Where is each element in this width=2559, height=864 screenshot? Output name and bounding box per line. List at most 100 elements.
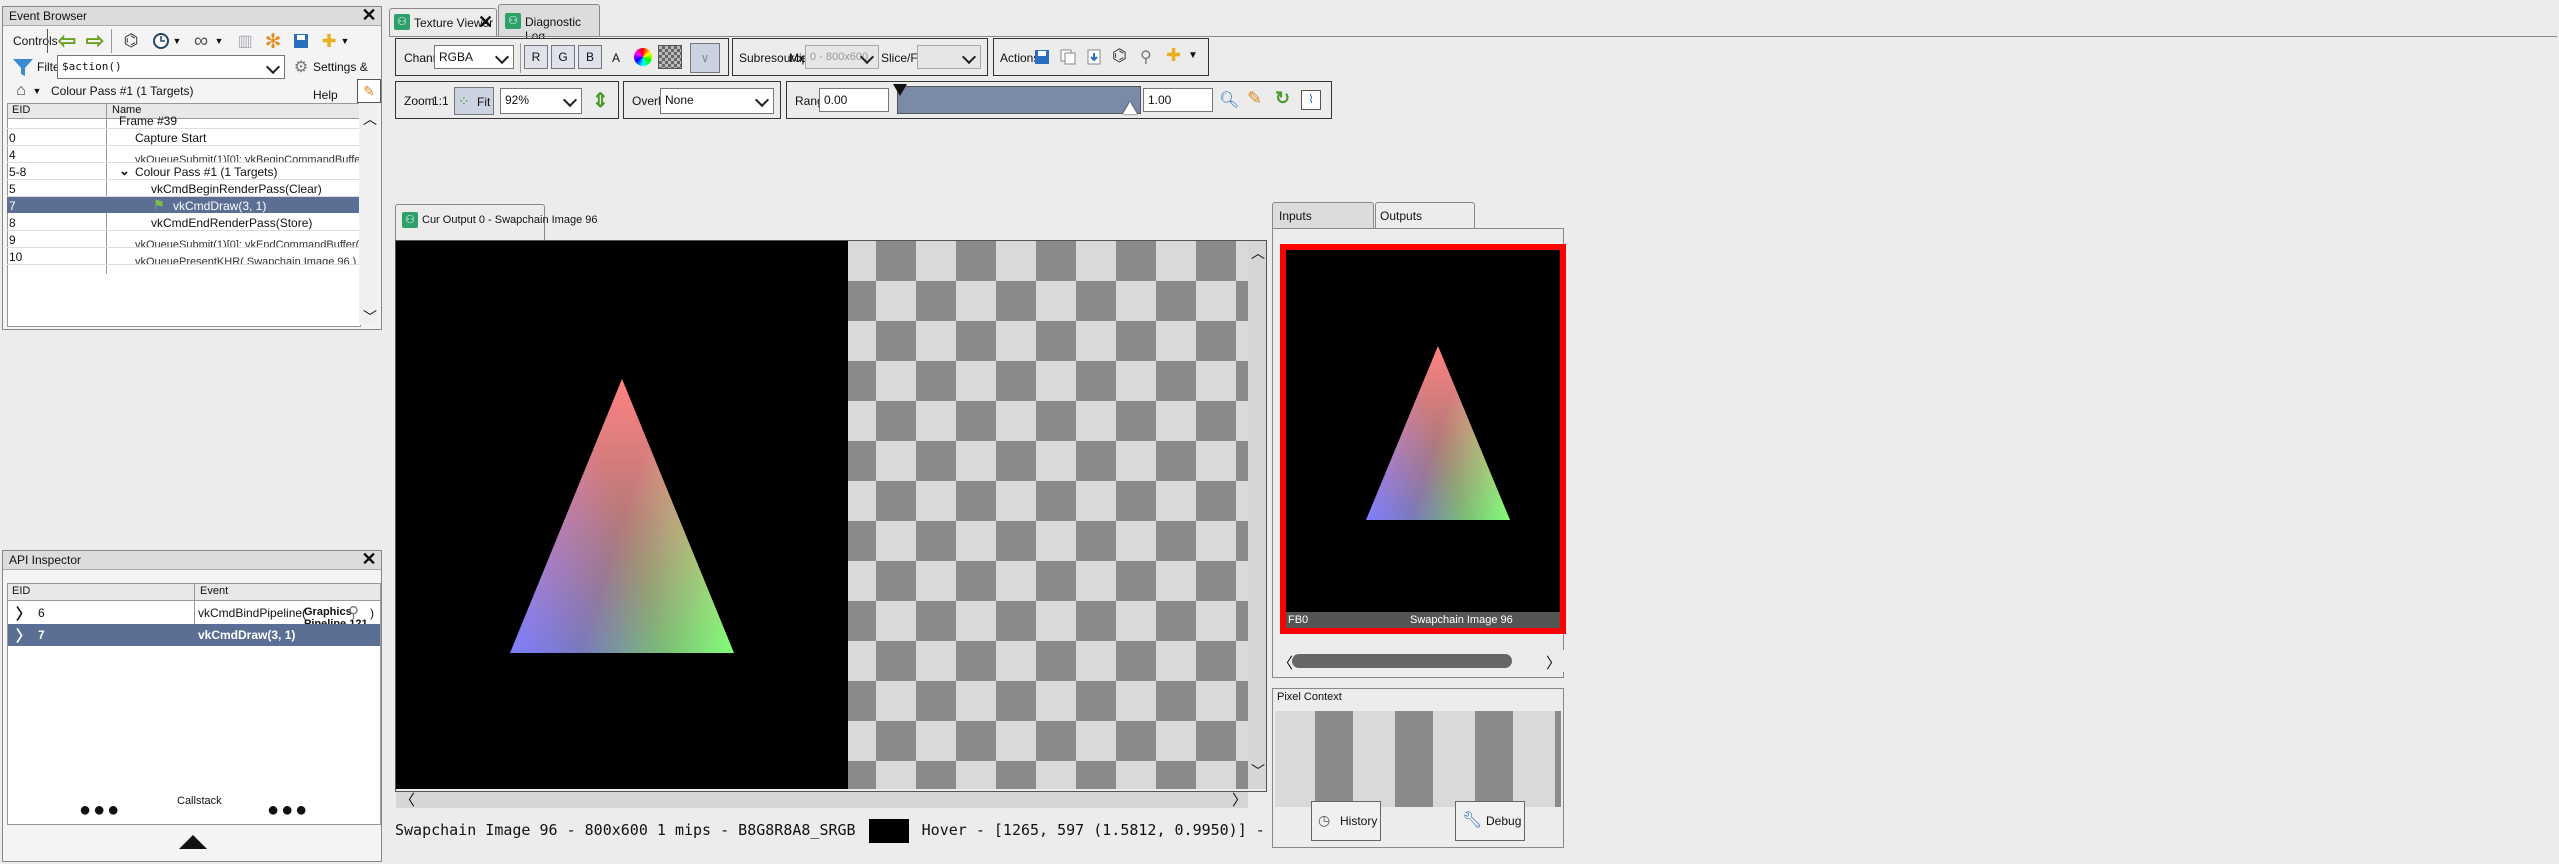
green-channel-toggle[interactable]: G — [551, 45, 575, 69]
chevron-down-icon[interactable]: ▼ — [1188, 50, 1198, 61]
checkerboard-icon[interactable] — [658, 45, 682, 69]
slice-face-select[interactable] — [917, 45, 981, 69]
table-row[interactable]: 〉 6 vkCmdBindPipeline( Graphics Pipeline… — [8, 602, 380, 630]
red-channel-toggle[interactable]: R — [524, 45, 548, 69]
auto-fit-icon[interactable]: ✎ — [1247, 88, 1262, 109]
event-name: vkQueueSubmit(1)[0]: vkBeginCommandBuffe… — [135, 154, 359, 163]
list-item[interactable]: 0 Capture Start — [7, 129, 359, 146]
blue-channel-toggle[interactable]: B — [578, 45, 602, 69]
clock-icon[interactable] — [149, 29, 173, 53]
subresource-group: Subresource Mip 0 - 800x600 Slice/Face — [732, 38, 988, 76]
list-item[interactable]: 10 vkQueuePresentKHR( Swapchain Image 96… — [7, 248, 359, 265]
close-icon[interactable]: ✕ — [361, 6, 377, 24]
gear-icon[interactable]: ⚙ — [291, 55, 311, 79]
pixel-context-view[interactable] — [1275, 711, 1561, 807]
event-eid: 8 — [9, 216, 16, 230]
tab-outputs[interactable]: Outputs — [1375, 202, 1475, 228]
more-dots-icon[interactable]: ●●● — [267, 799, 309, 822]
channel-options-button[interactable]: ∨ — [690, 43, 720, 73]
horizontal-scrollbar[interactable] — [396, 792, 1248, 808]
color-wheel-icon[interactable] — [634, 48, 652, 66]
forward-arrow-icon[interactable]: ⇨ — [83, 28, 107, 53]
tab-cur-output[interactable]: ⚇ Cur Output 0 - Swapchain Image 96 — [395, 204, 597, 240]
chevron-up-icon[interactable]: ︿ — [1251, 243, 1265, 263]
list-item[interactable]: 5-8 ⌄ Colour Pass #1 (1 Targets) — [7, 163, 359, 180]
list-item[interactable]: 5 vkCmdBeginRenderPass(Clear) — [7, 180, 359, 197]
alpha-channel-toggle[interactable]: A — [612, 51, 620, 65]
scroll-thumb[interactable] — [1292, 654, 1512, 668]
range-max-handle[interactable] — [1123, 102, 1137, 114]
chevron-down-icon[interactable]: ▼ — [31, 79, 43, 103]
save-icon[interactable] — [289, 29, 313, 53]
home-icon[interactable]: ⌂ — [11, 79, 31, 103]
chevron-down-icon[interactable]: ▼ — [213, 29, 225, 53]
list-item[interactable]: Frame #39 — [7, 112, 359, 129]
breadcrumb[interactable]: Colour Pass #1 (1 Targets) — [51, 77, 194, 105]
puzzle-icon[interactable]: ✚ — [1166, 45, 1181, 66]
vertical-scrollbar[interactable] — [1248, 241, 1266, 789]
column-header-event[interactable]: Event — [200, 585, 228, 597]
channels-select[interactable]: RGBA — [434, 45, 514, 69]
chart-icon[interactable]: ▥ — [233, 29, 257, 53]
asterisk-icon[interactable]: ✻ — [261, 29, 285, 53]
chevron-right-icon[interactable]: 〉 — [1546, 652, 1561, 673]
texture-canvas[interactable]: ︿ ﹀ — [395, 240, 1267, 792]
chevron-up-icon[interactable]: ︿ — [363, 109, 377, 129]
thumbnail-scrollbar[interactable]: 〈 〉 — [1274, 650, 1564, 672]
range-min-input[interactable]: 0.00 — [819, 88, 889, 112]
event-tree-scrollbar[interactable] — [359, 103, 377, 325]
event-eid: 5 — [9, 182, 16, 196]
zoom-range-icon[interactable]: 🔍︎ — [1219, 90, 1239, 110]
column-header-eid[interactable]: EID — [12, 585, 30, 597]
reset-icon[interactable]: ↻ — [1275, 88, 1290, 109]
link-icon[interactable]: ⚲ — [348, 603, 359, 621]
splitter-up-icon[interactable] — [179, 835, 207, 849]
chevron-left-icon[interactable]: 〈 — [1278, 652, 1293, 673]
import-icon[interactable] — [1086, 49, 1102, 68]
bookmark-pencil-icon[interactable]: ✎ — [357, 79, 381, 103]
range-slider[interactable] — [897, 86, 1141, 114]
chevron-right-icon[interactable]: 〉 — [16, 603, 31, 624]
chevron-right-icon[interactable]: 〉 — [16, 625, 31, 646]
tab-inputs[interactable]: Inputs — [1272, 202, 1374, 228]
tab-diagnostic-log[interactable]: ⚇ Diagnostic Log — [498, 4, 600, 43]
infinity-icon[interactable]: ∞ — [189, 29, 213, 53]
close-icon[interactable]: ✕ — [361, 550, 377, 568]
more-dots-icon[interactable]: ●●● — [79, 799, 121, 822]
histogram-icon[interactable]: ⌇ — [1301, 90, 1321, 110]
copy-icon[interactable] — [1060, 49, 1076, 68]
link-icon[interactable]: ⚲ — [1140, 47, 1152, 67]
save-icon[interactable] — [1034, 49, 1050, 68]
flip-vertical-icon[interactable]: ⇕ — [592, 88, 609, 113]
range-max-input[interactable]: 1.00 — [1143, 88, 1213, 112]
overlay-select[interactable]: None — [660, 88, 774, 114]
binoculars-icon[interactable]: ⌬ — [119, 29, 143, 53]
chevron-down-icon[interactable]: ▼ — [339, 29, 351, 53]
chevron-down-icon[interactable]: ▼ — [171, 29, 183, 53]
puzzle-icon[interactable]: ✚ — [317, 29, 341, 53]
tab-texture-viewer[interactable]: ⚇ Texture Viewer ✕ — [389, 8, 497, 36]
zoom-select[interactable]: 92% — [500, 88, 582, 114]
close-icon[interactable]: ✕ — [478, 12, 493, 33]
list-item[interactable]: 9 vkQueueSubmit(1)[0]: vkEndCommandBuffe… — [7, 231, 359, 248]
fit-button[interactable]: ⁘ Fit — [454, 87, 494, 115]
output-thumbnail[interactable]: FB0 Swapchain Image 96 — [1280, 244, 1566, 634]
list-item[interactable]: 8 vkCmdEndRenderPass(Store) — [7, 214, 359, 231]
mip-select[interactable]: 0 - 800x600 — [805, 45, 879, 69]
range-min-handle[interactable] — [893, 84, 907, 96]
list-item-selected[interactable]: 7 ⚑ vkCmdDraw(3, 1) — [7, 197, 359, 213]
settings-help-label[interactable]: Settings & Help — [313, 53, 381, 102]
filter-input[interactable]: $action() — [57, 55, 285, 79]
chevron-down-icon[interactable]: ﹀ — [363, 307, 377, 327]
debug-button[interactable]: 🔧︎ Debug — [1455, 801, 1525, 841]
table-row-selected[interactable]: 〉 7 vkCmdDraw(3, 1) — [8, 624, 380, 646]
chevron-down-icon[interactable]: ﹀ — [1251, 761, 1265, 781]
chevron-down-icon[interactable]: ⌄ — [119, 163, 130, 179]
zoom-1to1-button[interactable]: 1:1 — [432, 94, 449, 108]
back-arrow-icon[interactable]: ⇦ — [55, 28, 79, 53]
list-item[interactable]: 4 vkQueueSubmit(1)[0]: vkBeginCommandBuf… — [7, 146, 359, 163]
chevron-right-icon[interactable]: 〉 — [1232, 789, 1247, 810]
binoculars-icon[interactable]: ⌬ — [1112, 46, 1127, 66]
history-button[interactable]: ◷ History — [1311, 801, 1381, 841]
chevron-left-icon[interactable]: 〈 — [400, 789, 415, 810]
